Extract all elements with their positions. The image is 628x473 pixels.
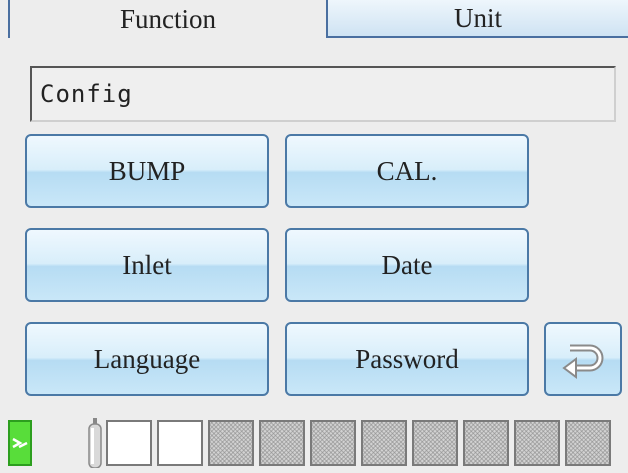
status-slot — [106, 420, 152, 466]
password-button[interactable]: Password — [285, 322, 529, 396]
status-slot — [514, 420, 560, 466]
return-arrow-icon — [562, 344, 604, 379]
status-slot — [565, 420, 611, 466]
inlet-button[interactable]: Inlet — [25, 228, 269, 302]
date-button[interactable]: Date — [285, 228, 529, 302]
status-slot — [208, 420, 254, 466]
status-slot — [412, 420, 458, 466]
status-slot — [310, 420, 356, 466]
gas-cylinder-icon — [88, 418, 102, 468]
bump-button[interactable]: BUMP — [25, 134, 269, 208]
tab-unit[interactable]: Unit — [326, 0, 628, 38]
cal-button[interactable]: CAL. — [285, 134, 529, 208]
status-slot — [463, 420, 509, 466]
status-slot — [259, 420, 305, 466]
sd-card-icon — [8, 420, 32, 466]
language-button[interactable]: Language — [25, 322, 269, 396]
page-title-field: Config — [30, 66, 616, 122]
status-slot — [157, 420, 203, 466]
back-button[interactable] — [544, 322, 622, 396]
status-slot — [361, 420, 407, 466]
tab-function[interactable]: Function — [8, 0, 326, 38]
